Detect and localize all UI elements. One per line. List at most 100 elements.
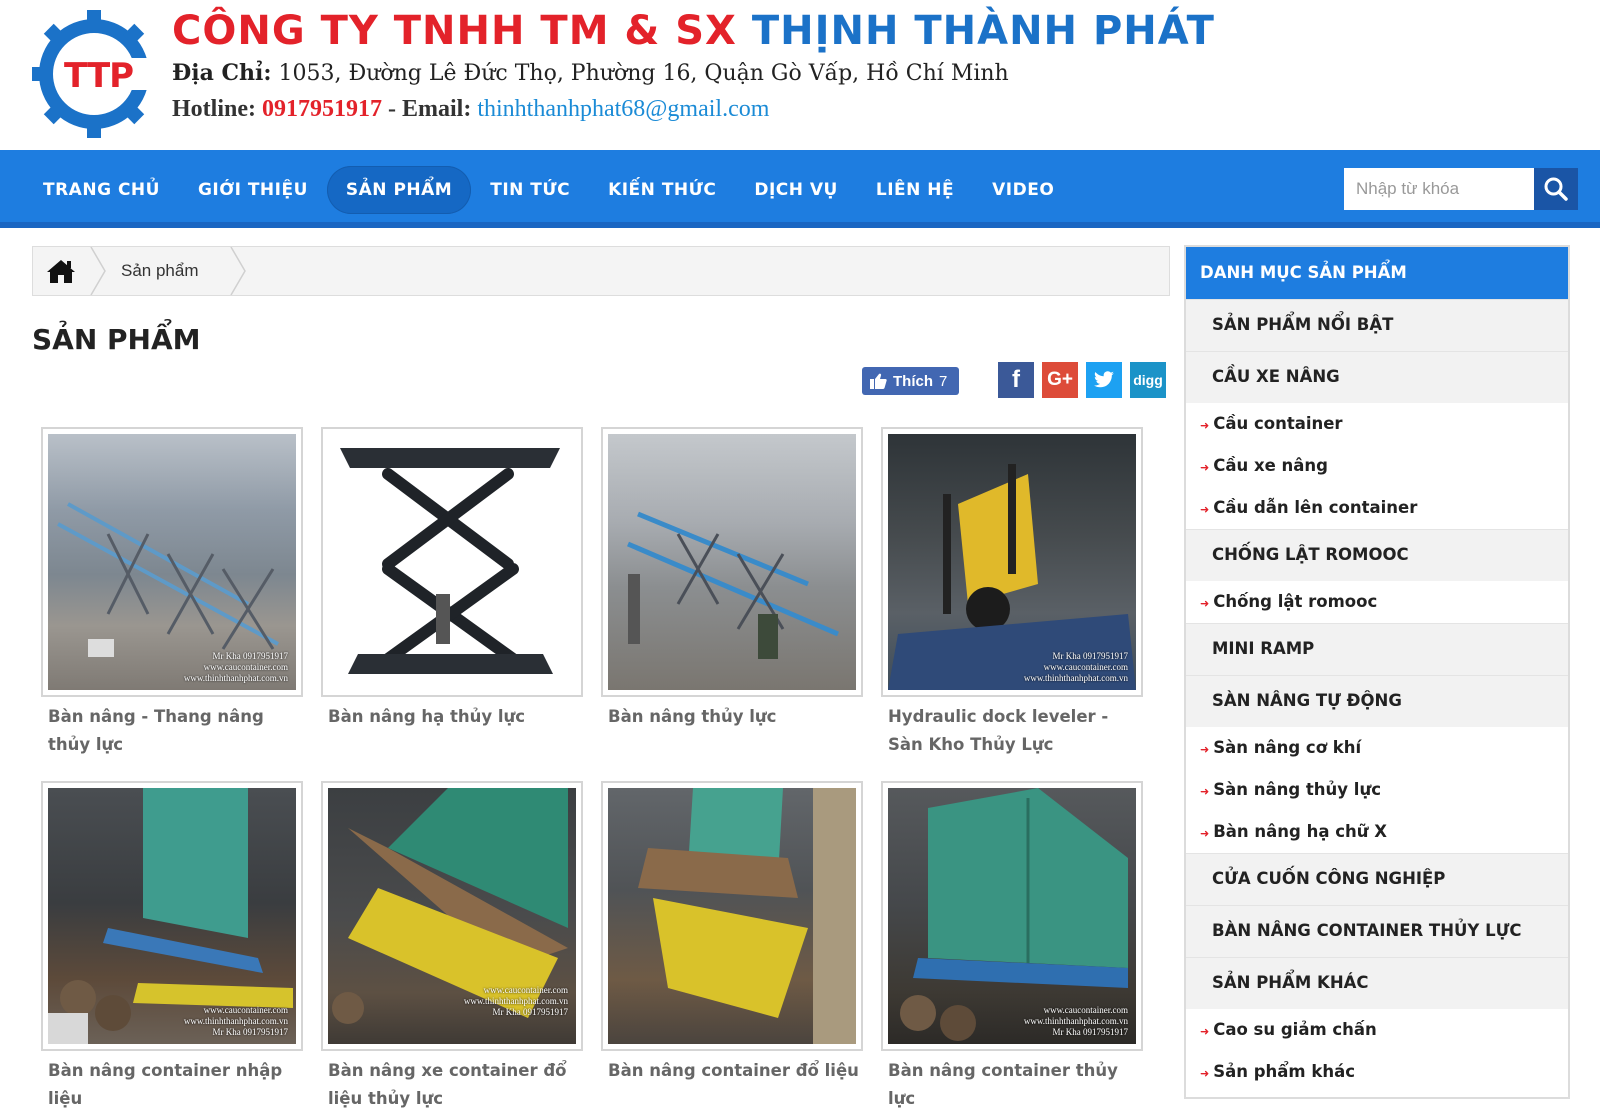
nav-item-news[interactable]: TIN TỨC [471, 166, 589, 214]
nav-item-home[interactable]: TRANG CHỦ [24, 166, 179, 214]
product-image[interactable]: Mr Kha 0917951917 www.caucontainer.com www… [48, 434, 296, 690]
email-link[interactable]: thinhthanhphat68@gmail.com [477, 96, 769, 122]
arrow-right-icon: ➜ [1200, 419, 1210, 432]
googleplus-share-button[interactable]: G+ [1042, 362, 1078, 398]
product-image[interactable]: Mr Kha 0917951917 www.caucontainer.com www… [888, 434, 1136, 690]
sidebar-subitem[interactable]: ➜ Sàn nâng cơ khí [1186, 727, 1568, 769]
breadcrumb: Sản phẩm [32, 246, 1170, 296]
facebook-share-button[interactable]: f [998, 362, 1034, 398]
address-label: Địa Chỉ: [172, 60, 272, 86]
sidebar-category-mini-ramp[interactable]: MINI RAMP [1186, 623, 1568, 675]
product-name[interactable]: Bàn nâng container đổ liệu [601, 1057, 863, 1085]
thumbs-up-icon [870, 373, 887, 389]
company-contact: Hotline: 0917951917 - Email: thinhthanhp… [172, 96, 769, 123]
nav-item-products[interactable]: SẢN PHẨM [326, 166, 472, 214]
nav-item-about[interactable]: GIỚI THIỆU [179, 166, 327, 214]
sidebar-category-featured[interactable]: SẢN PHẨM NỔI BẬT [1186, 299, 1568, 351]
sidebar-subitem[interactable]: ➜ Cầu dẫn lên container [1186, 487, 1568, 529]
image-watermark: www.caucontainer.com www.thinhthanhphat.c… [463, 985, 568, 1017]
nav-item-video[interactable]: VIDEO [973, 166, 1073, 214]
company-logo[interactable]: TTP [30, 8, 164, 138]
product-image-frame [601, 427, 863, 697]
product-image-frame: www.caucontainer.com www.thinhthanhphat.c… [881, 781, 1143, 1051]
product-image[interactable] [608, 788, 856, 1044]
facebook-like-button[interactable]: Thích 7 [862, 367, 959, 395]
arrow-right-icon: ➜ [1200, 597, 1210, 610]
product-name[interactable]: Bàn nâng hạ thủy lực [321, 703, 583, 731]
product-image[interactable]: www.caucontainer.com www.thinhthanhphat.c… [48, 788, 296, 1044]
company-name-part1: CÔNG TY TNHH TM & SX [172, 8, 737, 54]
sidebar-category-ban-nang-container[interactable]: BÀN NÂNG CONTAINER THỦY LỰC [1186, 905, 1568, 957]
product-image[interactable]: www.caucontainer.com www.thinhthanhphat.c… [888, 788, 1136, 1044]
product-card[interactable]: Mr Kha 0917951917 www.caucontainer.com www… [881, 427, 1143, 759]
address-value: 1053, Đường Lê Đức Thọ, Phường 16, Quận … [278, 61, 1009, 86]
sidebar-category-san-nang[interactable]: SÀN NÂNG TỰ ĐỘNG [1186, 675, 1568, 727]
product-image-frame [321, 427, 583, 697]
sidebar-subitem[interactable]: ➜ Sàn nâng thủy lực [1186, 769, 1568, 811]
product-card[interactable]: Bàn nâng container đổ liệu [601, 781, 863, 1085]
page-title: SẢN PHẨM [32, 323, 201, 356]
product-image-frame: Mr Kha 0917951917 www.caucontainer.com www… [881, 427, 1143, 697]
product-card[interactable]: Bàn nâng hạ thủy lực [321, 427, 583, 731]
arrow-right-icon: ➜ [1200, 503, 1210, 516]
product-card[interactable]: www.caucontainer.com www.thinhthanhphat.c… [881, 781, 1143, 1113]
product-image-frame: www.caucontainer.com www.thinhthanhphat.c… [41, 781, 303, 1051]
sidebar-subitem[interactable]: ➜ Cầu container [1186, 403, 1568, 445]
twitter-icon [1094, 371, 1114, 388]
sidebar-category-cau-xe-nang[interactable]: CẦU XE NÂNG [1186, 351, 1568, 403]
sidebar-category-chong-lat[interactable]: CHỐNG LẬT ROMOOC [1186, 529, 1568, 581]
sidebar-category-khac[interactable]: SẢN PHẨM KHÁC [1186, 957, 1568, 1009]
nav-item-services[interactable]: DỊCH VỤ [735, 166, 857, 214]
arrow-right-icon: ➜ [1200, 461, 1210, 474]
search-icon [1544, 177, 1568, 201]
product-image[interactable] [328, 434, 576, 690]
sidebar-subitem[interactable]: ➜ Chống lật romooc [1186, 581, 1568, 623]
sidebar-subitem[interactable]: ➜ Sản phẩm khác [1186, 1051, 1568, 1093]
digg-icon: digg [1133, 372, 1163, 388]
image-watermark: www.caucontainer.com www.thinhthanhphat.c… [1023, 1005, 1128, 1037]
arrow-right-icon: ➜ [1200, 1025, 1210, 1038]
product-name[interactable]: Bàn nâng - Thang nâng thủy lực [41, 703, 303, 759]
product-name[interactable]: Bàn nâng container nhập liệu [41, 1057, 303, 1113]
company-name: CÔNG TY TNHH TM & SX THỊNH THÀNH PHÁT [172, 8, 1215, 54]
nav-item-knowledge[interactable]: KIẾN THỨC [589, 166, 735, 214]
digg-share-button[interactable]: digg [1130, 362, 1166, 398]
product-name[interactable]: Bàn nâng thủy lực [601, 703, 863, 731]
logo-text: TTP [64, 56, 134, 96]
arrow-right-icon: ➜ [1200, 785, 1210, 798]
image-watermark: Mr Kha 0917951917 www.caucontainer.com www… [183, 651, 288, 683]
product-card[interactable]: Mr Kha 0917951917 www.caucontainer.com www… [41, 427, 303, 759]
nav-item-contact[interactable]: LIÊN HỆ [857, 166, 973, 214]
product-card[interactable]: www.caucontainer.com www.thinhthanhphat.c… [41, 781, 303, 1113]
breadcrumb-separator [90, 247, 106, 295]
site-header: TTP CÔNG TY TNHH TM & SX THỊNH THÀNH PHÁ… [0, 0, 1600, 150]
email-label: - Email: [388, 96, 472, 122]
like-label: Thích [893, 372, 933, 390]
product-image-frame: Mr Kha 0917951917 www.caucontainer.com www… [41, 427, 303, 697]
company-address: Địa Chỉ: 1053, Đường Lê Đức Thọ, Phường … [172, 60, 1009, 86]
breadcrumb-current: Sản phẩm [121, 261, 199, 280]
product-name[interactable]: Hydraulic dock leveler - Sàn Kho Thủy Lự… [881, 703, 1143, 759]
sidebar-subitem[interactable]: ➜ Bàn nâng hạ chữ X [1186, 811, 1568, 853]
product-image-frame [601, 781, 863, 1051]
product-card[interactable]: Bàn nâng thủy lực [601, 427, 863, 731]
search-input[interactable] [1344, 168, 1534, 210]
image-watermark: Mr Kha 0917951917 www.caucontainer.com www… [1023, 651, 1128, 683]
product-name[interactable]: Bàn nâng container thủy lực [881, 1057, 1143, 1113]
arrow-right-icon: ➜ [1200, 743, 1210, 756]
breadcrumb-home[interactable] [33, 247, 89, 295]
company-name-part2: THỊNH THÀNH PHÁT [751, 8, 1215, 54]
like-count: 7 [939, 372, 948, 390]
sidebar-subitem[interactable]: ➜ Cầu xe nâng [1186, 445, 1568, 487]
search-button[interactable] [1534, 168, 1578, 210]
twitter-share-button[interactable] [1086, 362, 1122, 398]
image-watermark: www.caucontainer.com www.thinhthanhphat.c… [183, 1005, 288, 1037]
sidebar-subitem[interactable]: ➜ Cao su giảm chấn [1186, 1009, 1568, 1051]
product-card[interactable]: www.caucontainer.com www.thinhthanhphat.c… [321, 781, 583, 1113]
sidebar-category-cua-cuon[interactable]: CỬA CUỐN CÔNG NGHIỆP [1186, 853, 1568, 905]
product-name[interactable]: Bàn nâng xe container đổ liệu thủy lực [321, 1057, 583, 1113]
product-image[interactable] [608, 434, 856, 690]
nav-menu: TRANG CHỦ GIỚI THIỆU SẢN PHẨM TIN TỨC KI… [24, 166, 1073, 214]
product-image[interactable]: www.caucontainer.com www.thinhthanhphat.c… [328, 788, 576, 1044]
hotline-number[interactable]: 0917951917 [262, 96, 382, 122]
